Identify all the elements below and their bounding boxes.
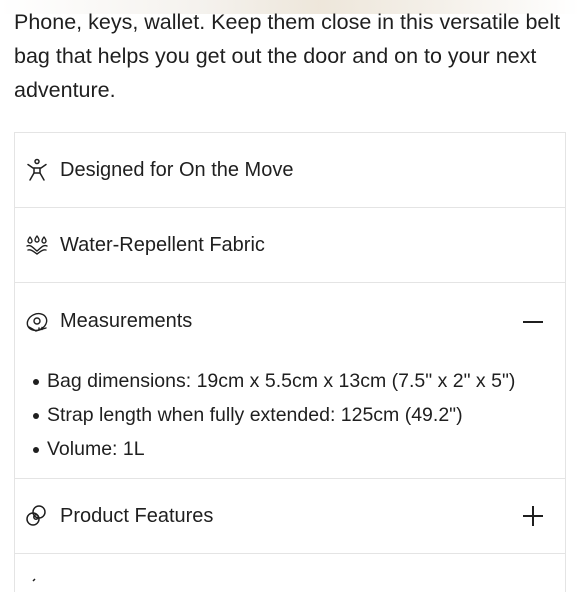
list-item: Strap length when fully extended: 125cm … (15, 398, 565, 432)
list-item: Bag dimensions: 19cm x 5.5cm x 13cm (7.5… (15, 364, 565, 398)
accordion-item-water-repellent-fabric: Water-Repellent Fabric (15, 208, 565, 283)
accordion-item-label: Measurements (60, 310, 193, 332)
measurements-list: Bag dimensions: 19cm x 5.5cm x 13cm (7.5… (15, 364, 565, 466)
minus-icon[interactable] (523, 312, 543, 332)
accordion-item-label: Water-Repellent Fabric (60, 233, 265, 256)
accordion-item-label: Product Features (60, 504, 214, 527)
list-item: Volume: 1L (15, 432, 565, 466)
accordion-item-next[interactable] (15, 554, 565, 594)
accordion-item-designed-for-on-the-move: Designed for On the Move (15, 133, 565, 208)
accordion-item-measurements[interactable]: Measurements (15, 283, 565, 360)
accordion-item-label: Designed for On the Move (60, 158, 294, 181)
partial-icon (25, 577, 49, 601)
water-drops-icon (25, 233, 49, 257)
features-circles-icon (25, 504, 49, 528)
tape-measure-icon (25, 310, 49, 334)
plus-icon[interactable] (523, 506, 543, 526)
accordion-item-product-features[interactable]: Product Features (15, 479, 565, 554)
product-details-accordion: Designed for On the Move Water-Repellent… (14, 132, 566, 592)
person-moving-icon (25, 158, 49, 182)
product-description: Phone, keys, wallet. Keep them close in … (14, 10, 561, 102)
measurements-panel: Bag dimensions: 19cm x 5.5cm x 13cm (7.5… (15, 360, 565, 479)
